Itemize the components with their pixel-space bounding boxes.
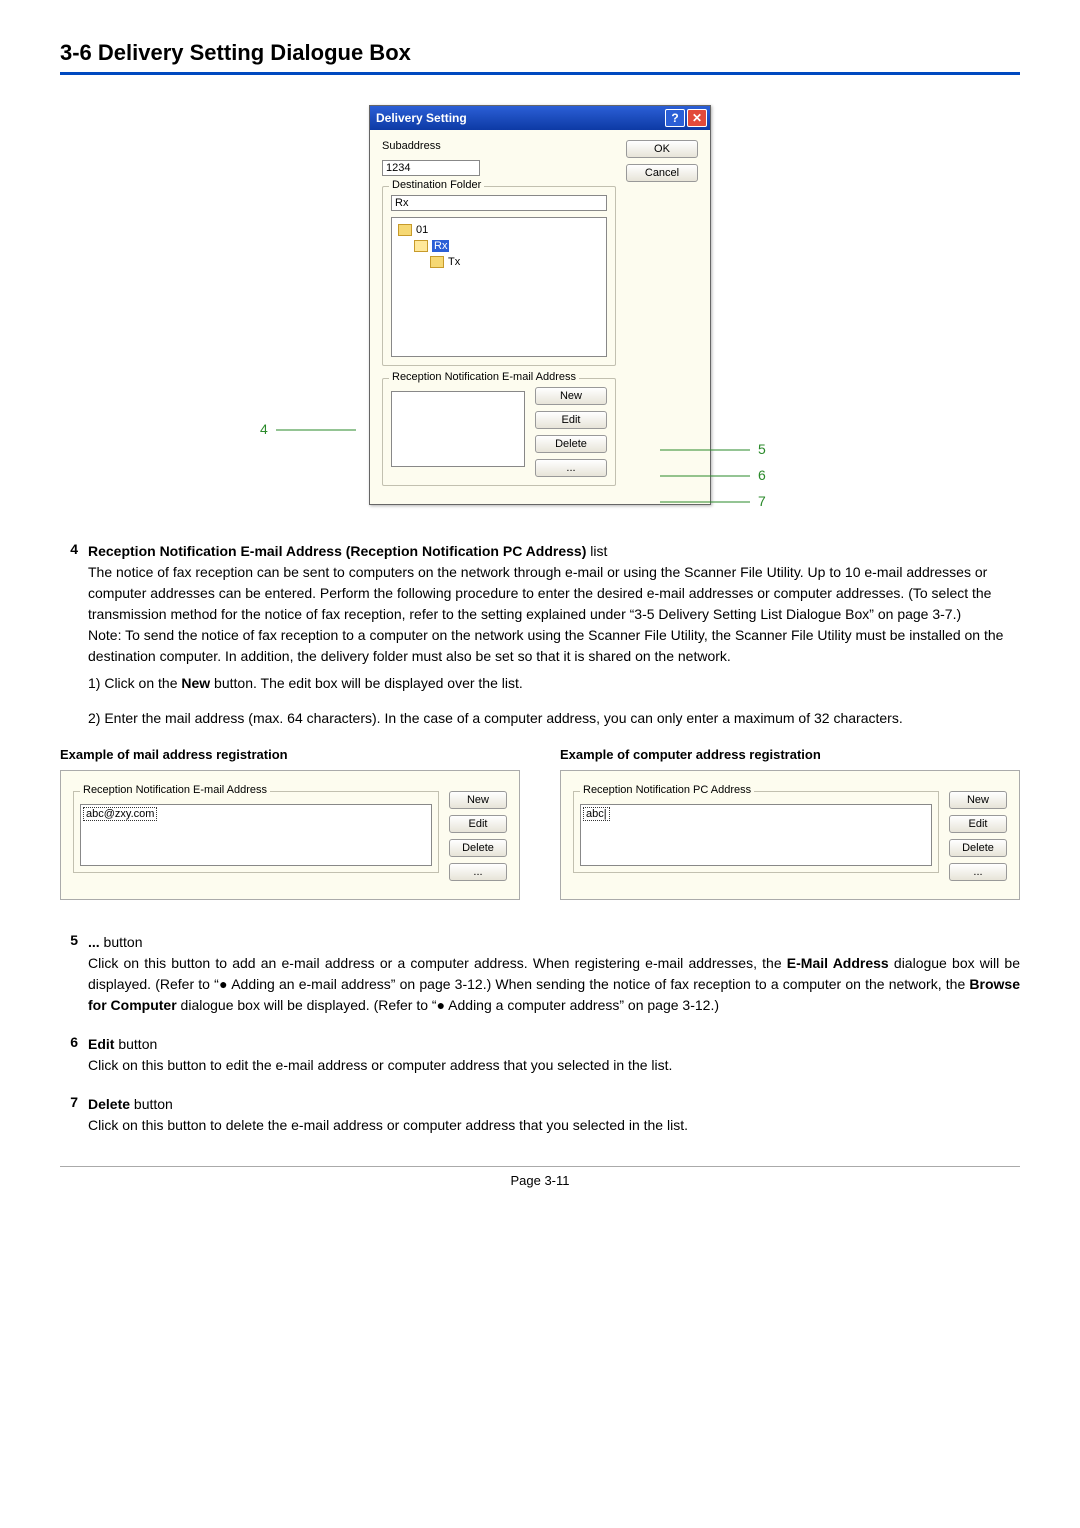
item-4-num: 4 — [60, 541, 78, 729]
notification-list[interactable] — [391, 391, 525, 467]
ex-mail-edit[interactable]: Edit — [449, 815, 507, 833]
delivery-setting-dialog: Delivery Setting ? ✕ Subaddress Destinat… — [369, 105, 711, 505]
item-5: 5 ... button Click on this button to add… — [60, 932, 1020, 1016]
tree-node-root[interactable]: 01 — [398, 222, 600, 238]
ex-mail-new[interactable]: New — [449, 791, 507, 809]
item-7-p: Click on this button to delete the e-mai… — [88, 1115, 1020, 1136]
more-button[interactable]: ... — [535, 459, 607, 477]
ex-mail-delete[interactable]: Delete — [449, 839, 507, 857]
ex-pc-value: abc — [583, 807, 610, 821]
ex-mail-list[interactable]: abc@zxy.com — [80, 804, 432, 866]
item-4-step1-bold: New — [181, 675, 210, 691]
ex-pc-list[interactable]: abc — [580, 804, 932, 866]
item-6-suffix: button — [114, 1036, 157, 1052]
callout-4-line — [276, 429, 356, 431]
callout-7: 7 — [758, 493, 766, 509]
new-button[interactable]: New — [535, 387, 607, 405]
item-7-num: 7 — [60, 1094, 78, 1136]
help-button[interactable]: ? — [665, 109, 685, 127]
item-5-b1: E-Mail Address — [787, 955, 889, 971]
item-7-suffix: button — [130, 1096, 173, 1112]
notification-group: Reception Notification E-mail Address Ne… — [382, 378, 616, 486]
ex-mail-group: Reception Notification E-mail Address ab… — [73, 791, 439, 873]
ex-pc-group: Reception Notification PC Address abc — [573, 791, 939, 873]
item-4-step2: 2) Enter the mail address (max. 64 chara… — [88, 708, 1020, 729]
item-4-p1: The notice of fax reception can be sent … — [88, 562, 1020, 625]
delete-button[interactable]: Delete — [535, 435, 607, 453]
callout-5-line — [660, 449, 750, 451]
item-6-title: Edit — [88, 1036, 114, 1052]
ex-mail-more[interactable]: ... — [449, 863, 507, 881]
callout-5: 5 — [758, 441, 766, 457]
item-6-p: Click on this button to edit the e-mail … — [88, 1055, 1020, 1076]
ex-pc-new[interactable]: New — [949, 791, 1007, 809]
ex-mail-value: abc@zxy.com — [83, 807, 157, 821]
tree-node-rx[interactable]: Rx — [398, 238, 600, 254]
item-4-step1a: 1) Click on the — [88, 675, 181, 691]
item-5-num: 5 — [60, 932, 78, 1016]
callout-4: 4 — [260, 421, 268, 437]
cancel-button[interactable]: Cancel — [626, 164, 698, 182]
close-button[interactable]: ✕ — [687, 109, 707, 127]
notification-legend: Reception Notification E-mail Address — [389, 371, 579, 383]
ex-mail-legend: Reception Notification E-mail Address — [80, 784, 270, 796]
page-footer: Page 3-11 — [60, 1166, 1020, 1188]
item-5-pa: Click on this button to add an e-mail ad… — [88, 955, 787, 971]
ok-button[interactable]: OK — [626, 140, 698, 158]
callout-6: 6 — [758, 467, 766, 483]
item-4-step1b: button. The edit box will be displayed o… — [210, 675, 523, 691]
examples: Example of mail address registration Rec… — [60, 747, 1020, 900]
example-mail-title: Example of mail address registration — [60, 747, 520, 762]
item-7-title: Delete — [88, 1096, 130, 1112]
item-4-p2: Note: To send the notice of fax receptio… — [88, 625, 1020, 667]
example-pc: Example of computer address registration… — [560, 747, 1020, 900]
example-mail: Example of mail address registration Rec… — [60, 747, 520, 900]
subaddress-input[interactable] — [382, 160, 480, 176]
item-5-title: ... — [88, 934, 100, 950]
destination-folder-group: Destination Folder 01 Rx Tx — [382, 186, 616, 366]
item-5-pc: dialogue box will be displayed. (Refer t… — [177, 997, 719, 1013]
folder-tree[interactable]: 01 Rx Tx — [391, 217, 607, 357]
ex-pc-delete[interactable]: Delete — [949, 839, 1007, 857]
item-4-title: Reception Notification E-mail Address (R… — [88, 543, 586, 559]
destination-folder-legend: Destination Folder — [389, 179, 484, 191]
item-4: 4 Reception Notification E-mail Address … — [60, 541, 1020, 729]
ex-pc-legend: Reception Notification PC Address — [580, 784, 754, 796]
ex-pc-edit[interactable]: Edit — [949, 815, 1007, 833]
tree-node-tx[interactable]: Tx — [398, 254, 600, 270]
ex-pc-more[interactable]: ... — [949, 863, 1007, 881]
example-pc-title: Example of computer address registration — [560, 747, 1020, 762]
callout-7-line — [660, 501, 750, 503]
item-7: 7 Delete button Click on this button to … — [60, 1094, 1020, 1136]
item-4-suffix: list — [586, 543, 607, 559]
edit-button[interactable]: Edit — [535, 411, 607, 429]
subaddress-label: Subaddress — [382, 140, 616, 152]
dialog-title: Delivery Setting — [376, 111, 467, 125]
section-heading: 3-6 Delivery Setting Dialogue Box — [60, 40, 1020, 75]
item-6: 6 Edit button Click on this button to ed… — [60, 1034, 1020, 1076]
dialog-titlebar: Delivery Setting ? ✕ — [370, 106, 710, 130]
figure-area: 4 Delivery Setting ? ✕ Subaddress Destin… — [60, 105, 1020, 505]
item-5-suffix: button — [100, 934, 143, 950]
item-6-num: 6 — [60, 1034, 78, 1076]
destination-folder-input[interactable] — [391, 195, 607, 211]
callout-6-line — [660, 475, 750, 477]
